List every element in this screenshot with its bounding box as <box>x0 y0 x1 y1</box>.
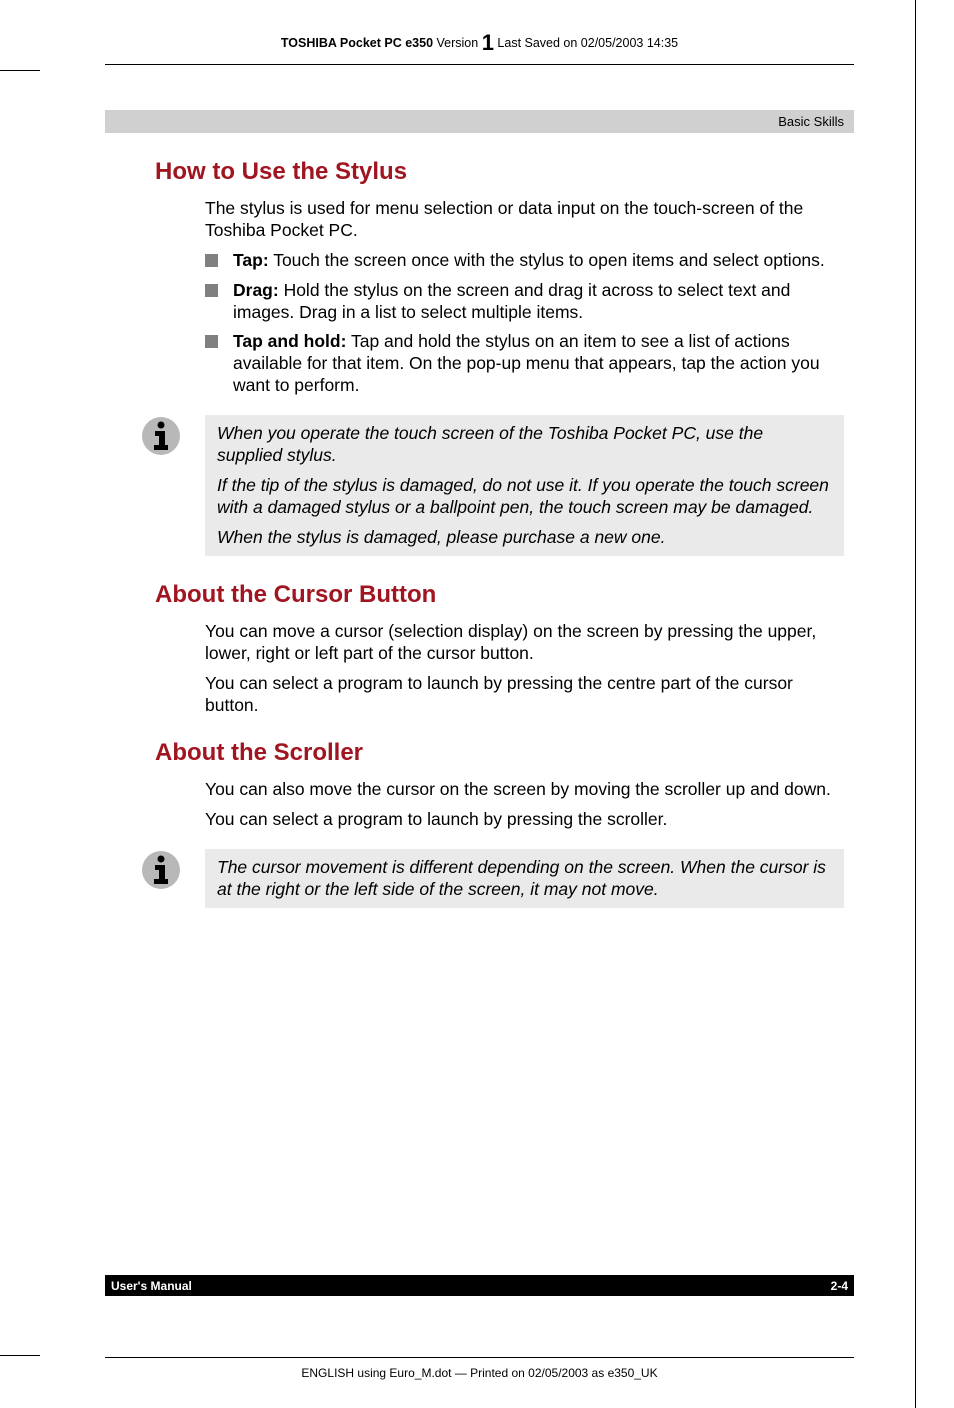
stylus-intro: The stylus is used for menu selection or… <box>205 198 844 242</box>
bullet-bold: Drag: <box>233 280 279 300</box>
list-item: Tap and hold: Tap and hold the stylus on… <box>205 331 844 397</box>
list-item: Drag: Hold the stylus on the screen and … <box>205 280 844 324</box>
section-title: Basic Skills <box>778 114 844 129</box>
footer-left: User's Manual <box>111 1279 192 1293</box>
note-text: When you operate the touch screen of the… <box>217 423 832 467</box>
header-product: TOSHIBA Pocket PC e350 <box>281 36 433 50</box>
print-footer: ENGLISH using Euro_M.dot — Printed on 02… <box>105 1357 854 1380</box>
page-content: TOSHIBA Pocket PC e350 Version 1 Last Sa… <box>105 30 854 933</box>
info-icon <box>140 849 182 896</box>
stylus-bullets: Tap: Touch the screen once with the styl… <box>205 250 844 397</box>
square-bullet-icon <box>205 335 218 348</box>
note-text: The cursor movement is different dependi… <box>217 857 832 901</box>
crop-mark <box>0 70 40 71</box>
square-bullet-icon <box>205 284 218 297</box>
scroller-p1: You can also move the cursor on the scre… <box>205 779 844 801</box>
info-icon <box>140 415 182 462</box>
heading-cursor: About the Cursor Button <box>155 581 854 609</box>
heading-scroller: About the Scroller <box>155 739 854 767</box>
bullet-bold: Tap and hold: <box>233 331 346 351</box>
bullet-text: Touch the screen once with the stylus to… <box>269 250 825 270</box>
page-header: TOSHIBA Pocket PC e350 Version 1 Last Sa… <box>105 30 854 65</box>
header-version-num: 1 <box>482 30 494 55</box>
header-suffix: Last Saved on 02/05/2003 14:35 <box>494 36 678 50</box>
crop-mark <box>0 1355 40 1356</box>
section-title-bar: Basic Skills <box>105 110 854 133</box>
print-text: ENGLISH using Euro_M.dot — Printed on 02… <box>301 1366 657 1380</box>
footer-right: 2-4 <box>831 1279 848 1293</box>
scroller-p2: You can select a program to launch by pr… <box>205 809 844 831</box>
heading-stylus: How to Use the Stylus <box>155 158 854 186</box>
crop-mark <box>915 0 916 1408</box>
cursor-p1: You can move a cursor (selection display… <box>205 621 844 665</box>
list-item: Tap: Touch the screen once with the styl… <box>205 250 844 272</box>
bullet-text: Hold the stylus on the screen and drag i… <box>233 280 790 322</box>
header-version-label: Version <box>433 36 478 50</box>
note-box: When you operate the touch screen of the… <box>205 415 844 556</box>
footer-bar: User's Manual 2-4 <box>105 1276 854 1296</box>
note-box: The cursor movement is different dependi… <box>205 849 844 909</box>
cursor-p2: You can select a program to launch by pr… <box>205 673 844 717</box>
note-text: If the tip of the stylus is damaged, do … <box>217 475 832 519</box>
bullet-bold: Tap: <box>233 250 269 270</box>
square-bullet-icon <box>205 254 218 267</box>
note-text: When the stylus is damaged, please purch… <box>217 527 832 549</box>
